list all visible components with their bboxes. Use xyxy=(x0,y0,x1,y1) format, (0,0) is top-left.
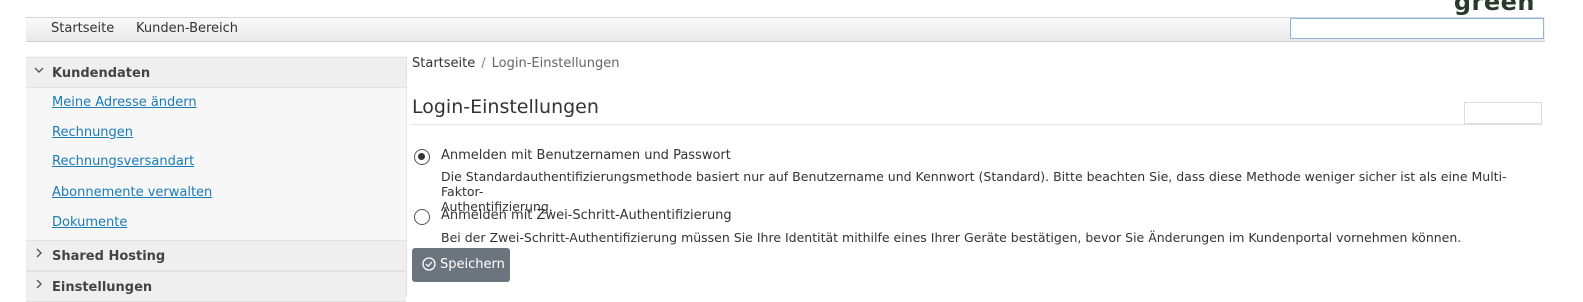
sidebar-link-abonnemente[interactable]: Abonnemente verwalten xyxy=(52,185,212,200)
sidebar: Kundendaten Meine Adresse ändern Rechnun… xyxy=(26,56,407,302)
sidebar-section-einstellungen[interactable]: Einstellungen xyxy=(26,271,406,302)
radio-password-login[interactable] xyxy=(414,149,430,165)
sidebar-link-dokumente[interactable]: Dokumente xyxy=(52,215,127,230)
sidebar-section-kundendaten[interactable]: Kundendaten xyxy=(26,57,406,88)
nav-item-startseite[interactable]: Startseite xyxy=(51,21,114,36)
sidebar-section-shared-hosting[interactable]: Shared Hosting xyxy=(26,240,406,271)
save-button-label: Speichern xyxy=(440,257,505,272)
chevron-down-icon xyxy=(34,64,44,78)
breadcrumb-home-link[interactable]: Startseite xyxy=(412,56,475,71)
top-navigation: Startseite Kunden-Bereich xyxy=(26,17,1545,42)
sidebar-section-label: Kundendaten xyxy=(52,66,151,81)
nav-item-kunden-bereich[interactable]: Kunden-Bereich xyxy=(136,21,238,36)
header-action-box[interactable] xyxy=(1464,102,1542,124)
option-description-line: Bei der Zwei-Schritt-Authentifizierung m… xyxy=(441,230,1462,245)
save-button[interactable]: Speichern xyxy=(412,248,510,282)
option-description-line: Die Standardauthentifizierungsmethode ba… xyxy=(441,169,1507,199)
breadcrumb: Startseite / Login-Einstellungen xyxy=(412,56,620,71)
sidebar-link-meine-adresse[interactable]: Meine Adresse ändern xyxy=(52,95,197,110)
chevron-right-icon xyxy=(34,247,44,261)
breadcrumb-separator: / xyxy=(481,56,486,71)
option-label-password[interactable]: Anmelden mit Benutzernamen und Passwort xyxy=(441,148,731,163)
chevron-right-icon xyxy=(34,278,44,292)
option-label-two-step[interactable]: Anmelden mit Zwei-Schritt-Authentifizier… xyxy=(441,208,732,223)
sidebar-section-label: Shared Hosting xyxy=(52,249,166,264)
check-circle-icon xyxy=(422,257,436,271)
option-description-two-step: Bei der Zwei-Schritt-Authentifizierung m… xyxy=(441,230,1511,245)
brand-logo: green xyxy=(1453,0,1535,16)
title-divider xyxy=(412,124,1542,125)
sidebar-link-rechnungsversandart[interactable]: Rechnungsversandart xyxy=(52,154,194,169)
page-title: Login-Einstellungen xyxy=(412,96,599,118)
search-input[interactable] xyxy=(1290,18,1544,39)
radio-two-step-login[interactable] xyxy=(414,209,430,225)
sidebar-link-rechnungen[interactable]: Rechnungen xyxy=(52,125,133,140)
breadcrumb-current: Login-Einstellungen xyxy=(491,56,620,71)
